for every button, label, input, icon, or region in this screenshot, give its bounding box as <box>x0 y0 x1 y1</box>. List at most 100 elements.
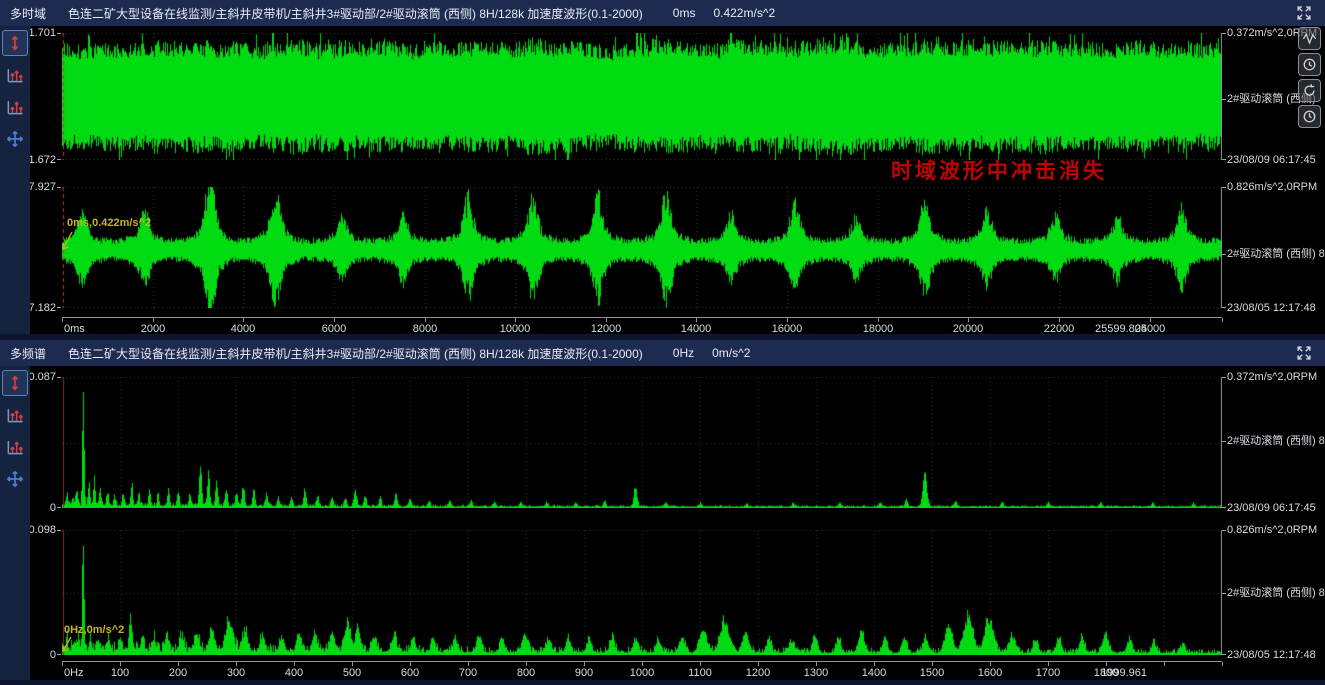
x-tick-mark <box>1150 318 1151 322</box>
x-tick-mark <box>874 662 875 666</box>
x-axis-label: 1700 <box>1036 667 1060 679</box>
x-tick-mark <box>1222 662 1223 666</box>
right-tick-mark <box>1222 441 1226 442</box>
right-tick-mark <box>1222 377 1226 378</box>
tool-sidebar <box>0 366 30 680</box>
x-tick-mark <box>1048 662 1049 666</box>
x-axis-label: 400 <box>285 667 303 679</box>
x-axis-label: 8000 <box>413 323 437 335</box>
right-value-label: 0.826m/s^2,0RPM <box>1227 524 1317 536</box>
expand-icon[interactable] <box>1293 3 1315 23</box>
spectrum-chart-2[interactable] <box>62 530 1222 655</box>
x-tick-mark <box>352 662 353 666</box>
x-axis-label: 800 <box>517 667 535 679</box>
refresh-icon <box>1305 86 1314 95</box>
waveform-button[interactable] <box>1298 27 1321 50</box>
x-axis-label: 1600 <box>978 667 1002 679</box>
timestamp-label: 23/08/05 12:17:48 <box>1227 649 1316 661</box>
panel-multi-time-domain: 多时域 色连二矿大型设备在线监测/主斜井皮带机/主斜井3#驱动部/2#驱动滚筒 … <box>0 0 1325 334</box>
x-axis-label: 300 <box>227 667 245 679</box>
sideband-cursor-icon <box>11 102 23 113</box>
right-tick-mark <box>1222 99 1226 100</box>
single-cursor-icon <box>13 36 18 49</box>
x-tick-mark <box>606 318 607 322</box>
x-axis-line <box>62 661 1222 662</box>
cursor-y-readout: 0m/s^2 <box>712 346 750 360</box>
x-axis-label: 500 <box>343 667 361 679</box>
annotation-impacts-missing: 时域波形中冲击消失 <box>891 155 1107 185</box>
x-axis-label: 18000 <box>863 323 894 335</box>
spectrum-panel-header: 多频谱 色连二矿大型设备在线监测/主斜井皮带机/主斜井3#驱动部/2#驱动滚筒 … <box>0 340 1325 366</box>
timestamp-label: 23/08/09 06:17:45 <box>1227 502 1316 514</box>
x-axis-label: 1999.961 <box>1101 667 1147 679</box>
x-tick-mark <box>294 662 295 666</box>
x-axis-label: 16000 <box>772 323 803 335</box>
refresh-button[interactable] <box>1298 79 1321 102</box>
single-cursor-icon <box>13 376 18 389</box>
x-axis-label: 25599.805 <box>1095 323 1147 335</box>
clock-button[interactable] <box>1298 105 1321 128</box>
chart-toolbar <box>1298 27 1321 128</box>
single-cursor-tool[interactable] <box>2 370 28 396</box>
right-tick-mark <box>1222 654 1226 655</box>
panel-mode-label: 多时域 <box>10 5 46 22</box>
x-axis-label: 0Hz <box>64 667 84 679</box>
harmonic-cursor-icon <box>11 411 23 421</box>
time-plot-area: 1.701-1.6720.372m/s^2,0RPM2#驱动滚筒 (西侧)23/… <box>0 26 1325 334</box>
x-tick-mark <box>758 662 759 666</box>
x-tick-mark <box>468 662 469 666</box>
right-tick-mark <box>1222 33 1226 34</box>
pan-tool[interactable] <box>2 126 28 152</box>
x-tick-mark <box>700 662 701 666</box>
x-tick-mark <box>584 662 585 666</box>
waveform-icon <box>1303 34 1315 43</box>
x-tick-mark <box>334 318 335 322</box>
spectrum-chart-1[interactable] <box>62 377 1222 508</box>
pan-tool[interactable] <box>2 466 28 492</box>
x-axis-label: 12000 <box>591 323 622 335</box>
time-waveform-chart-2[interactable] <box>62 187 1222 308</box>
sideband-cursor-tool[interactable] <box>2 434 28 460</box>
right-tick-mark <box>1222 254 1226 255</box>
right-value-label: 0.826m/s^2,0RPM <box>1227 181 1317 193</box>
y-tick-mark <box>57 159 61 160</box>
x-axis-label: 900 <box>575 667 593 679</box>
x-tick-mark <box>410 662 411 666</box>
x-tick-mark <box>878 318 879 322</box>
x-axis-label: 1500 <box>920 667 944 679</box>
x-tick-mark <box>990 662 991 666</box>
channel-name-label: 2#驱动滚筒 (西侧) 8H <box>1227 435 1325 447</box>
harmonic-cursor-tool[interactable] <box>2 62 28 88</box>
harmonic-cursor-icon <box>11 71 23 81</box>
x-tick-mark <box>642 662 643 666</box>
x-tick-mark <box>62 318 63 322</box>
history-button[interactable] <box>1298 53 1321 76</box>
y-tick-mark <box>57 187 61 188</box>
x-axis-label: 2000 <box>141 323 165 335</box>
single-cursor-tool[interactable] <box>2 30 28 56</box>
pan-icon <box>8 132 23 147</box>
y-tick-mark <box>57 377 61 378</box>
x-axis-label: 20000 <box>953 323 984 335</box>
right-tick-mark <box>1222 187 1226 188</box>
right-tick-mark <box>1222 507 1226 508</box>
panel-multi-spectrum: 多频谱 色连二矿大型设备在线监测/主斜井皮带机/主斜井3#驱动部/2#驱动滚筒 … <box>0 340 1325 680</box>
x-axis-label: 200 <box>169 667 187 679</box>
x-axis-label: 1200 <box>746 667 770 679</box>
pan-icon <box>8 472 23 487</box>
tool-sidebar <box>0 26 30 334</box>
expand-icon[interactable] <box>1293 343 1315 363</box>
cursor-note-arrow <box>58 635 76 655</box>
x-axis-label: 0ms <box>64 323 85 335</box>
time-waveform-chart-1[interactable] <box>62 33 1222 160</box>
harmonic-cursor-tool[interactable] <box>2 402 28 428</box>
x-tick-mark <box>243 318 244 322</box>
x-axis-label: 1800 <box>1094 667 1118 679</box>
time-panel-header: 多时域 色连二矿大型设备在线监测/主斜井皮带机/主斜井3#驱动部/2#驱动滚筒 … <box>0 0 1325 26</box>
sideband-cursor-tool[interactable] <box>2 94 28 120</box>
x-tick-mark <box>425 318 426 322</box>
measurement-path: 色连二矿大型设备在线监测/主斜井皮带机/主斜井3#驱动部/2#驱动滚筒 (西侧)… <box>68 345 643 362</box>
x-axis-label: 6000 <box>322 323 346 335</box>
x-tick-mark <box>816 662 817 666</box>
x-axis-label: 600 <box>401 667 419 679</box>
